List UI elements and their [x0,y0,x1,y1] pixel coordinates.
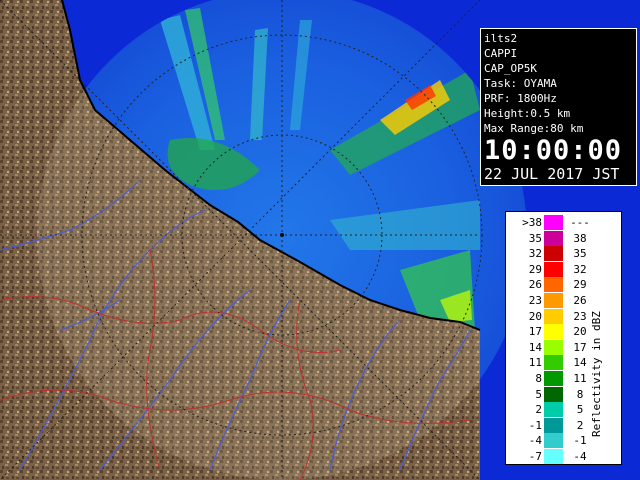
site-name: ilts2 [484,32,518,45]
legend-row: 14 17 [506,339,596,356]
legend-lower-bound: 29 [528,262,542,276]
legend-swatch [544,246,563,262]
legend-swatch [544,293,563,308]
legend-swatch [544,261,563,277]
legend-lower-bound: 2 [535,403,542,417]
legend-lower-bound: -7 [528,450,542,463]
legend-lower-bound: 8 [535,372,542,385]
legend-row: >38 --- [506,215,596,231]
legend-row: 11 14 [506,355,596,371]
legend-row: -1 2 [506,417,596,434]
observation-date: 22 JUL 2017 JST [484,165,620,183]
legend-swatch [544,417,563,433]
legend-swatch [544,230,563,246]
legend-row: -7 -4 [506,449,596,465]
legend-lower-bound: 5 [535,387,542,401]
legend-swatch [544,339,563,355]
task-name: Task: OYAMA [484,77,557,90]
observation-time: 10:00:00 [484,135,623,166]
product-type: CAPPI [484,47,518,60]
legend-swatch [544,324,563,340]
legend-row: 35 38 [506,230,596,247]
legend-lower-bound: 26 [528,278,542,292]
legend-lower-bound: 11 [528,356,542,370]
legend-upper-bound: -4 [573,450,587,463]
legend-lower-bound: 23 [528,294,542,307]
legend-upper-bound: 35 [573,247,587,261]
legend-lower-bound: >38 [522,216,542,229]
max-range-value: Max Range:80 km [484,122,584,135]
legend-row: 58 [506,386,596,403]
operation-code: CAP_OP5K [484,62,537,75]
legend-upper-bound: --- [570,216,590,229]
radar-site [280,233,284,237]
legend-row: 17 20 [506,324,596,340]
legend-lower-bound: 35 [528,231,542,245]
legend-swatch [544,308,563,324]
legend-row: 29 32 [506,261,596,278]
legend-row: 26 29 [506,277,596,293]
legend-row: 23 26 [506,293,596,309]
reflectivity-legend: >38 --- 35 38 32 35 29 32 26 29 23 26 20 23 17 20 14 17 11… [505,211,622,465]
legend-upper-bound: 29 [573,278,587,292]
radar-viewer: ilts2 CAPPI CAP_OP5K Task: OYAMA PRF: 18… [0,0,640,480]
height-value: Height:0.5 km [484,107,571,120]
legend-row: 25 [506,402,596,418]
legend-lower-bound: 20 [528,309,542,323]
legend-row: -4 -1 [506,433,596,449]
legend-swatch [544,277,563,293]
legend-upper-bound: 32 [573,262,587,276]
legend-swatch [544,402,563,418]
legend-swatch [544,371,563,386]
legend-upper-bound: 26 [573,294,587,307]
legend-row: 8 11 [506,371,596,387]
legend-lower-bound: -1 [528,418,542,432]
legend-lower-bound: 17 [528,325,542,339]
legend-lower-bound: -4 [528,434,542,448]
legend-lower-bound: 14 [528,340,542,354]
legend-upper-bound: 38 [573,231,587,245]
legend-row: 20 23 [506,308,596,325]
legend-title: Reflectivity in dBZ [590,311,603,437]
legend-swatch [544,433,563,449]
legend-swatch [544,355,563,371]
legend-swatch [544,215,563,230]
prf-value: PRF: 1800Hz [484,92,557,105]
legend-row: 32 35 [506,246,596,262]
legend-lower-bound: 32 [528,247,542,261]
legend-swatch [544,386,563,402]
legend-swatch [544,449,563,464]
info-panel: ilts2 CAPPI CAP_OP5K Task: OYAMA PRF: 18… [480,28,637,186]
